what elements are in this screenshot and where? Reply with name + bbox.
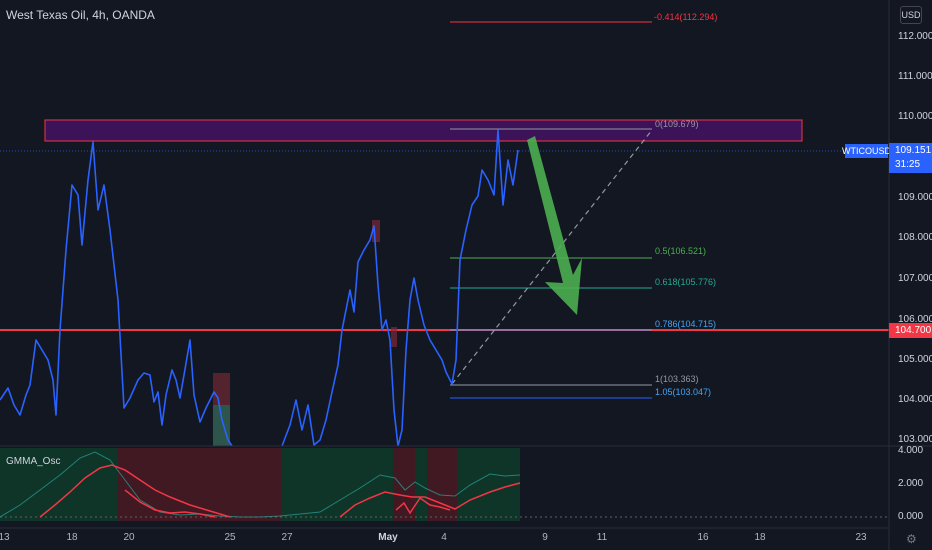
price-axis-label: 109.000 [898,192,932,203]
price-axis-label: 108.000 [898,232,932,243]
level-price-tag: 104.700 [889,323,932,338]
price-axis-label: 107.000 [898,273,932,284]
time-axis-label: 27 [281,532,293,543]
fib-label: -0.414(112.294) [654,12,718,22]
last-price-tag: 109.151 31:25 [889,143,932,173]
fib-label: 0.618(105.776) [655,277,717,287]
price-axis-label: 103.000 [898,434,932,445]
indicator-title[interactable]: GMMA_Osc [6,456,60,467]
last-price: 109.151 [895,145,932,156]
price-axis-label: 110.000 [898,111,932,122]
osc-axis-label: 2.000 [898,478,924,489]
time-axis-label: 18 [66,532,78,543]
time-axis-label: 13 [0,532,10,543]
osc-axis-label: 4.000 [898,445,924,456]
osc-axis-label: 0.000 [898,511,924,522]
price-axis-label: 104.000 [898,394,932,405]
time-axis-label: 18 [754,532,766,543]
price-axis-label: 111.000 [898,71,932,82]
fib-label: 0.786(104.715) [655,319,717,329]
bar-countdown: 31:25 [895,159,921,170]
time-axis-label: 9 [542,532,548,543]
time-axis-label: 23 [855,532,867,543]
time-axis-label: May [378,532,398,543]
fib-label: 1(103.363) [655,374,699,384]
fib-label: 0.5(106.521) [655,246,707,256]
ticker-tag: WTICOUSD [842,144,891,158]
time-axis-label: 25 [224,532,236,543]
time-axis-label: 11 [596,532,608,543]
settings-gear-icon[interactable]: ⚙ [906,532,917,546]
chart-canvas[interactable] [0,0,932,550]
currency-button[interactable]: USD [900,6,922,24]
symbol-title[interactable]: West Texas Oil, 4h, OANDA [6,8,155,22]
fib-label: 1.05(103.047) [655,387,712,397]
time-axis-label: 16 [697,532,709,543]
price-axis-label: 105.000 [898,354,932,365]
time-axis-label: 4 [441,532,447,543]
fib-label: 0(109.679) [655,119,699,129]
price-axis-label: 112.000 [898,31,932,42]
time-axis-label: 20 [123,532,135,543]
